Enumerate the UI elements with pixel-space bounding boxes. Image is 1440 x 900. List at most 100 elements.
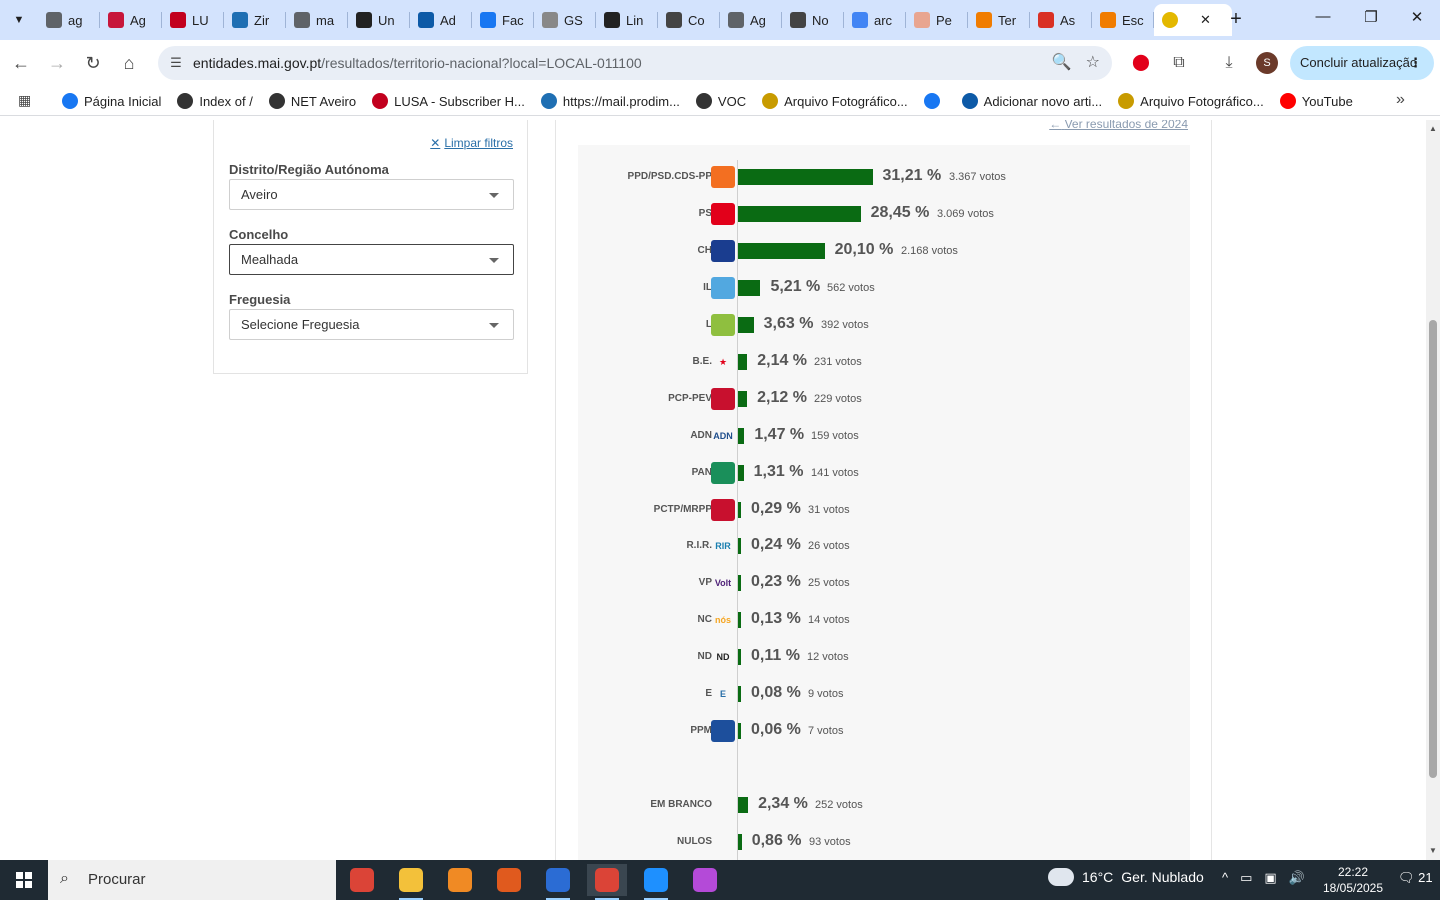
- taskbar-app-photos[interactable]: [636, 864, 676, 900]
- percentage-label: 28,45 %: [870, 204, 930, 221]
- browser-tab[interactable]: LU: [162, 4, 224, 36]
- browser-tab[interactable]: Ter: [968, 4, 1030, 36]
- home-button[interactable]: ⌂: [116, 50, 142, 76]
- tray-icon[interactable]: 🔊: [1289, 870, 1305, 886]
- bookmarks-overflow-icon[interactable]: »: [1396, 91, 1405, 109]
- browser-tab[interactable]: ag: [38, 4, 100, 36]
- party-logo-icon: ★: [718, 356, 728, 367]
- taskbar-app-chrome-active[interactable]: [587, 864, 627, 900]
- weather-widget[interactable]: 16°C Ger. Nublado: [1048, 868, 1204, 886]
- taskbar-search[interactable]: ⌕ Procurar: [48, 860, 336, 900]
- municipality-select[interactable]: Mealhada: [229, 244, 514, 275]
- percentage-label: 31,21 %: [882, 167, 942, 184]
- taskbar-app-chrome[interactable]: [342, 864, 382, 896]
- browser-tab[interactable]: Esc: [1092, 4, 1154, 36]
- clock[interactable]: 22:22 18/05/2025: [1322, 864, 1384, 896]
- browser-tab[interactable]: Lin: [596, 4, 658, 36]
- previous-results-link[interactable]: ← Ver resultados de 2024: [1049, 120, 1188, 131]
- bookmark-list: Página Inicial Index of / NET Aveiro LUSA -…: [62, 86, 1353, 116]
- taskbar-app-app-gear[interactable]: [440, 864, 480, 896]
- district-select[interactable]: Aveiro: [229, 179, 514, 210]
- tab-favicon-icon: [356, 12, 372, 28]
- new-tab-button[interactable]: +: [1224, 8, 1248, 32]
- scroll-up-icon[interactable]: ▲: [1429, 124, 1437, 133]
- site-info-icon[interactable]: ☰: [166, 53, 186, 73]
- download-icon[interactable]: ⤓: [1218, 52, 1240, 74]
- maximize-button[interactable]: ❐: [1348, 8, 1394, 32]
- address-bar[interactable]: ☰ entidades.mai.gov.pt/resultados/territ…: [158, 46, 1112, 80]
- percentage-label: 1,47 %: [754, 426, 805, 443]
- start-button[interactable]: [0, 860, 48, 900]
- clear-filters-link[interactable]: ✕ Limpar filtros: [430, 136, 513, 150]
- bookmark-item[interactable]: Página Inicial: [62, 93, 161, 109]
- result-bar: [738, 723, 741, 739]
- close-tab-icon[interactable]: ✕: [1200, 12, 1211, 28]
- bookmark-item[interactable]: [923, 93, 946, 109]
- tab-title: Ad: [440, 12, 456, 28]
- result-row: PS 28,45 % 3.069 votos: [560, 199, 1200, 229]
- tab-search-icon[interactable]: ▼: [6, 7, 32, 33]
- browser-tab[interactable]: ma: [286, 4, 348, 36]
- browser-tab[interactable]: Fac: [472, 4, 534, 36]
- bookmark-item[interactable]: LUSA - Subscriber H...: [372, 93, 525, 109]
- url-text[interactable]: entidades.mai.gov.pt/resultados/territor…: [193, 55, 642, 71]
- bookmark-item[interactable]: YouTube: [1279, 93, 1353, 109]
- taskbar-app-app-c[interactable]: [489, 864, 529, 896]
- notifications-button[interactable]: 🗨 21: [1398, 870, 1433, 886]
- result-bar: [738, 538, 741, 554]
- apps-grid-icon[interactable]: ▦: [18, 92, 36, 110]
- tray-icon[interactable]: ^: [1222, 870, 1228, 886]
- browser-tab-active[interactable]: ✕: [1154, 4, 1232, 36]
- bookmark-label: YouTube: [1301, 93, 1353, 109]
- bookmark-item[interactable]: VOC: [695, 93, 746, 109]
- percentage-label: 0,24 %: [751, 536, 801, 553]
- browser-tab[interactable]: No: [782, 4, 844, 36]
- forward-button[interactable]: →: [44, 50, 70, 76]
- tray-icon[interactable]: ▭: [1240, 870, 1252, 886]
- browser-tab[interactable]: Zir: [224, 4, 286, 36]
- taskbar-app-document[interactable]: [538, 864, 578, 900]
- extension-opera-icon[interactable]: ⬤: [1130, 52, 1152, 74]
- tab-favicon-icon: [728, 12, 744, 28]
- menu-dots-icon[interactable]: ⋮: [1409, 46, 1422, 80]
- tab-favicon-icon: [480, 12, 496, 28]
- browser-tab[interactable]: Ag: [100, 4, 162, 36]
- scroll-thumb[interactable]: [1429, 320, 1437, 778]
- extensions-puzzle-icon[interactable]: ⧉: [1168, 52, 1190, 74]
- bookmark-item[interactable]: Index of /: [177, 93, 253, 109]
- taskbar-app-file-explorer[interactable]: [391, 864, 431, 900]
- result-row: EM BRANCO 2,34 % 252 votos: [560, 790, 1200, 820]
- votes-label: 31 votos: [808, 504, 850, 516]
- browser-tab[interactable]: Ag: [720, 4, 782, 36]
- bookmark-item[interactable]: Adicionar novo arti...: [961, 93, 1102, 109]
- parish-select[interactable]: Selecione Freguesia: [229, 309, 514, 340]
- page-scrollbar[interactable]: ▲ ▼: [1426, 120, 1440, 860]
- update-button[interactable]: Concluir atualização ⋮: [1290, 46, 1434, 80]
- bookmark-item[interactable]: Arquivo Fotográfico...: [762, 93, 908, 109]
- browser-tab[interactable]: As: [1030, 4, 1092, 36]
- browser-tab[interactable]: Un: [348, 4, 410, 36]
- taskbar-app-drop-app[interactable]: [685, 864, 725, 896]
- votes-label: 3.367 votos: [949, 171, 1006, 183]
- close-window-button[interactable]: ✕: [1394, 8, 1440, 32]
- clear-filters-label: Limpar filtros: [444, 136, 513, 150]
- percentage-label: 3,63 %: [763, 315, 814, 332]
- bookmark-item[interactable]: NET Aveiro: [268, 93, 356, 109]
- bookmark-star-icon[interactable]: ☆: [1086, 52, 1100, 72]
- reload-button[interactable]: ↻: [80, 50, 106, 76]
- scroll-down-icon[interactable]: ▼: [1429, 846, 1437, 855]
- profile-avatar[interactable]: S: [1256, 52, 1278, 74]
- browser-tab[interactable]: arc: [844, 4, 906, 36]
- back-button[interactable]: ←: [8, 50, 34, 76]
- percentage-label: 0,86 %: [751, 832, 802, 849]
- bookmark-favicon-icon: [1279, 93, 1296, 109]
- zoom-icon[interactable]: 🔍: [1052, 52, 1072, 72]
- browser-tab[interactable]: Pe: [906, 4, 968, 36]
- browser-tab[interactable]: Ad: [410, 4, 472, 36]
- bookmark-item[interactable]: Arquivo Fotográfico...: [1118, 93, 1264, 109]
- tray-icon[interactable]: ▣: [1264, 870, 1276, 886]
- minimize-button[interactable]: —: [1300, 8, 1346, 32]
- bookmark-item[interactable]: https://mail.prodim...: [540, 93, 680, 109]
- browser-tab[interactable]: Co: [658, 4, 720, 36]
- browser-tab[interactable]: GS: [534, 4, 596, 36]
